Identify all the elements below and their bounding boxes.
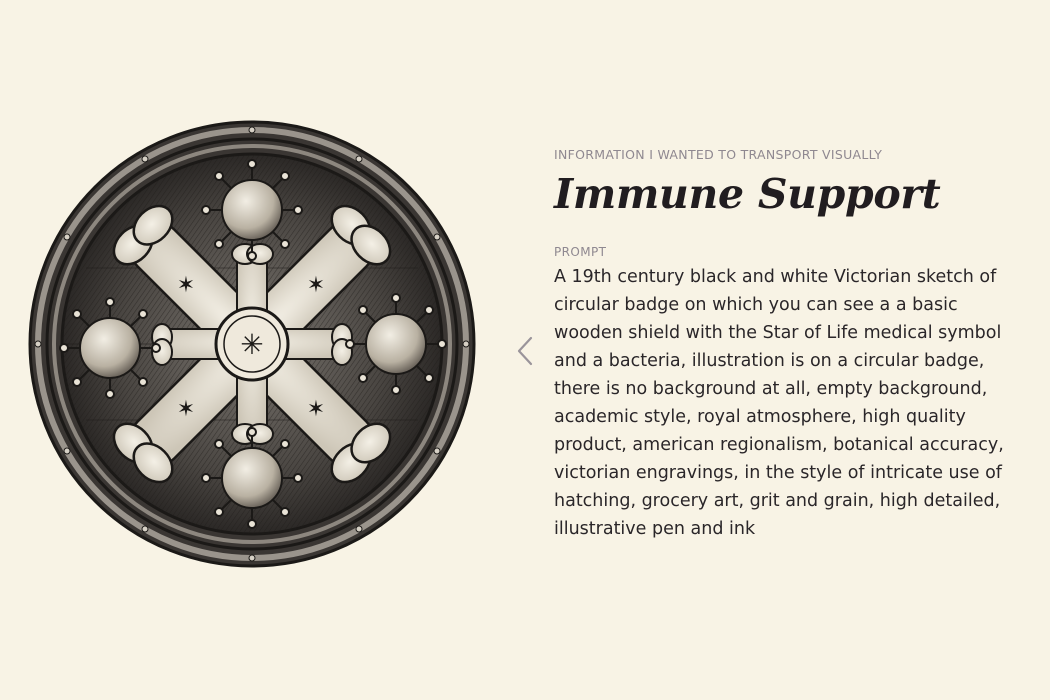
- chevron-left-icon: [517, 336, 533, 366]
- svg-text:✶: ✶: [177, 273, 195, 298]
- prompt-text: A 19th century black and white Victorian…: [554, 267, 1004, 539]
- prompt-label: PROMPT: [554, 245, 607, 259]
- previous-button[interactable]: [512, 334, 538, 368]
- badge-illustration: ✶ ✶ ✶ ✶ ✳: [26, 118, 478, 570]
- svg-text:✳: ✳: [240, 328, 263, 361]
- eyebrow-label: INFORMATION I WANTED TO TRANSPORT VISUAL…: [554, 147, 883, 162]
- svg-text:✶: ✶: [307, 273, 325, 298]
- svg-text:✶: ✶: [307, 397, 325, 422]
- content-panel: INFORMATION I WANTED TO TRANSPORT VISUAL…: [554, 146, 1024, 543]
- page-title: Immune Support: [554, 170, 941, 218]
- immune-support-badge-icon: ✶ ✶ ✶ ✶ ✳: [28, 120, 476, 568]
- svg-text:✶: ✶: [177, 397, 195, 422]
